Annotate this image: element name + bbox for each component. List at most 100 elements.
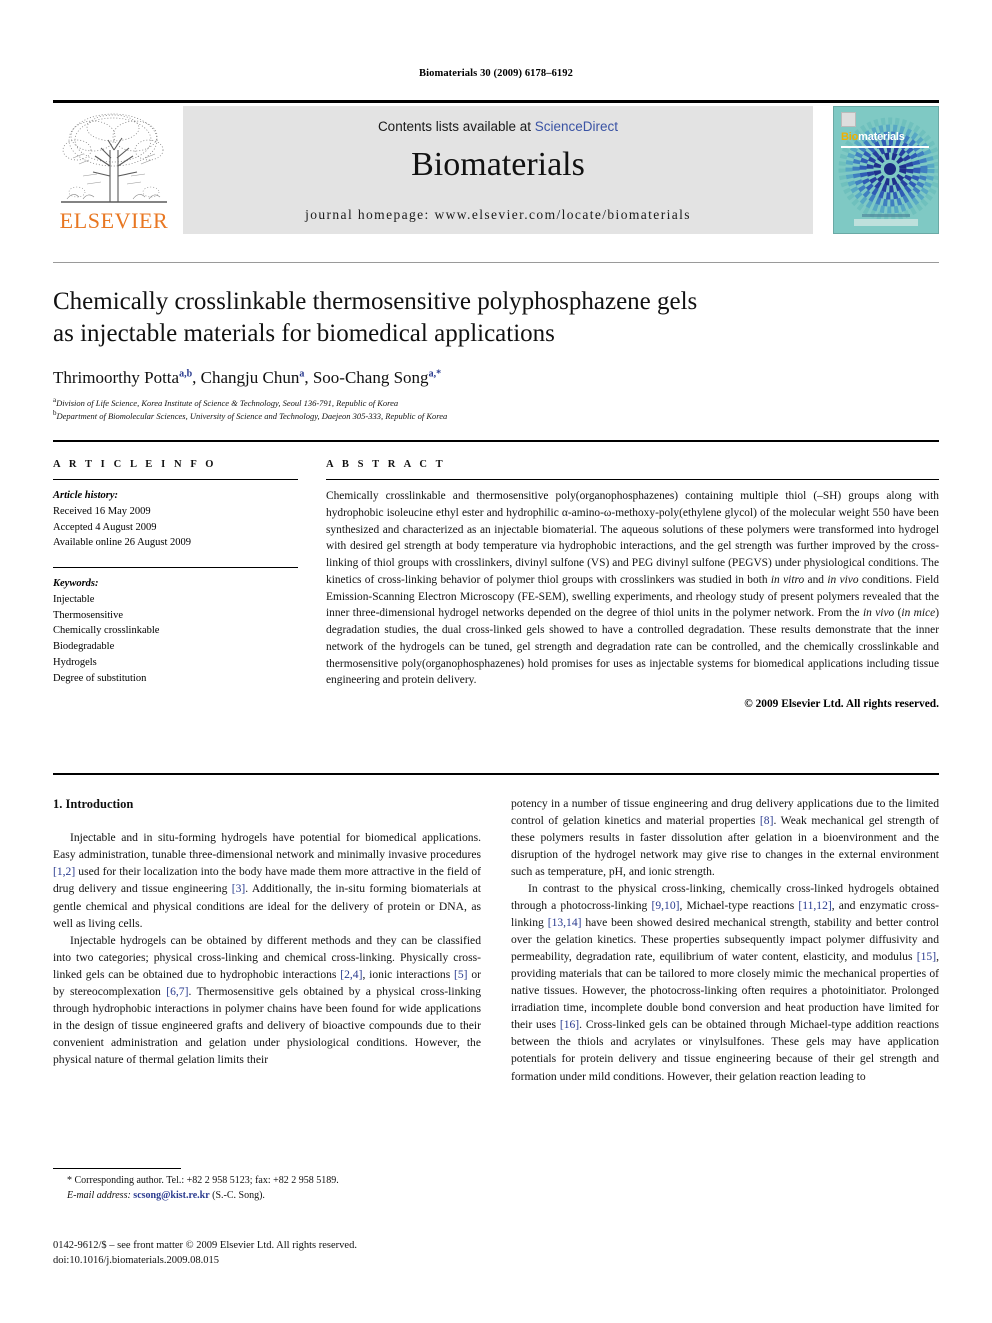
- contents-prefix: Contents lists available at: [377, 119, 535, 134]
- paragraph-part: , Michael-type reactions: [679, 899, 799, 913]
- title-separator-rule: [53, 262, 939, 263]
- journal-masthead: ELSEVIER Contents lists available at Sci…: [53, 106, 939, 234]
- paragraph-part: Injectable and in situ-forming hydrogels…: [53, 831, 481, 862]
- citation-ref[interactable]: [11,12]: [798, 899, 831, 912]
- footnote-line-2: E-mail address: scsong@kist.re.kr (S.-C.…: [53, 1189, 481, 1204]
- email-suffix: (S.-C. Song).: [209, 1189, 265, 1201]
- abstract-rule: [326, 479, 939, 480]
- article-info-heading: A R T I C L E I N F O: [53, 459, 217, 470]
- journal-article-page: Biomaterials 30 (2009) 6178–6192 ELSEVIE…: [0, 0, 992, 1323]
- abstract-part: and: [804, 573, 828, 586]
- abstract-italic: in vitro: [770, 573, 805, 586]
- running-head: Biomaterials 30 (2009) 6178–6192: [419, 68, 573, 79]
- keyword-item: Thermosensitive: [53, 609, 123, 621]
- affiliation-text: Division of Life Science, Korea Institut…: [56, 397, 399, 408]
- citation-ref[interactable]: [6,7]: [166, 985, 188, 998]
- history-item: Received 16 May 2009: [53, 505, 151, 517]
- cover-footer-bar: [862, 214, 910, 217]
- abstract-copyright: © 2009 Elsevier Ltd. All rights reserved…: [744, 698, 939, 711]
- cover-title-rest: materials: [858, 131, 905, 143]
- masthead-top-rule: [53, 100, 939, 103]
- article-title: Chemically crosslinkable thermosensitive…: [53, 286, 873, 350]
- sciencedirect-link[interactable]: ScienceDirect: [535, 119, 618, 134]
- corresponding-author-footnote: * Corresponding author. Tel.: +82 2 958 …: [53, 1174, 481, 1203]
- citation-ref[interactable]: [15]: [917, 950, 936, 963]
- author-affil-mark: a,*: [428, 368, 442, 380]
- paragraph: Injectable hydrogels can be obtained by …: [53, 932, 481, 1068]
- author-name[interactable]: Changju Chun: [201, 368, 300, 387]
- citation-ref[interactable]: [1,2]: [53, 865, 75, 878]
- keywords-rule: [53, 567, 298, 568]
- author-separator: ,: [304, 368, 313, 387]
- abstract-heading: A B S T R A C T: [326, 459, 446, 470]
- article-info-column: A R T I C L E I N F O Article history: R…: [53, 459, 298, 686]
- article-title-line-2: as injectable materials for biomedical a…: [53, 320, 555, 347]
- keyword-item: Biodegradable: [53, 641, 115, 652]
- author-name[interactable]: Soo-Chang Song: [313, 368, 429, 387]
- cover-footer-block: [854, 219, 918, 226]
- keyword-item: Chemically crosslinkable: [53, 625, 160, 637]
- abstract-italic: in vivo: [827, 573, 859, 586]
- abstract-italic: in mice: [901, 607, 936, 620]
- journal-title: Biomaterials: [411, 146, 585, 183]
- affiliation-a: aDivision of Life Science, Korea Institu…: [53, 396, 913, 409]
- keywords-label: Keywords:: [53, 578, 99, 589]
- affiliation-b: bDepartment of Biomolecular Sciences, Un…: [53, 409, 913, 422]
- abstract-part: Chemically crosslinkable and thermosensi…: [326, 490, 939, 586]
- elsevier-tree-icon: [61, 113, 167, 203]
- cover-journal-title: Biomaterials: [841, 131, 905, 143]
- cover-title-bio: Bio: [841, 131, 859, 143]
- citation-ref[interactable]: [8]: [760, 814, 774, 827]
- author-separator: ,: [192, 368, 201, 387]
- citation-ref[interactable]: [3]: [232, 882, 246, 895]
- journal-homepage-link[interactable]: journal homepage: www.elsevier.com/locat…: [183, 207, 813, 223]
- abstract-section-top-rule: [53, 440, 939, 442]
- article-title-line-1: Chemically crosslinkable thermosensitive…: [53, 288, 698, 315]
- cover-title-underline: [841, 146, 929, 148]
- citation-ref[interactable]: [13,14]: [548, 916, 582, 929]
- paragraph: In contrast to the physical cross-linkin…: [511, 880, 939, 1084]
- body-column-left: 1. Introduction Injectable and in situ-f…: [53, 795, 481, 1068]
- keyword-item: Degree of substitution: [53, 672, 147, 684]
- citation-ref[interactable]: [5]: [454, 968, 468, 981]
- body-column-right: potency in a number of tissue engineerin…: [511, 795, 939, 1085]
- paragraph: Injectable and in situ-forming hydrogels…: [53, 829, 481, 931]
- email-label: E-mail address:: [67, 1189, 131, 1201]
- footnote-corresponding-text: Corresponding author. Tel.: +82 2 958 51…: [72, 1175, 339, 1186]
- email-link[interactable]: scsong@kist.re.kr: [133, 1190, 209, 1201]
- footer-front-matter: 0142-9612/$ – see front matter © 2009 El…: [53, 1240, 357, 1251]
- footer-doi[interactable]: doi:10.1016/j.biomaterials.2009.08.015: [53, 1253, 553, 1268]
- keyword-item: Hydrogels: [53, 656, 97, 668]
- author-affil-mark: a,b: [179, 368, 193, 380]
- abstract-italic: in vivo: [862, 607, 895, 620]
- footnote-rule: [53, 1168, 181, 1169]
- keyword-item: Injectable: [53, 593, 95, 605]
- abstract-text: Chemically crosslinkable and thermosensi…: [326, 488, 939, 689]
- article-info-rule: [53, 479, 298, 480]
- section-heading-introduction: 1. Introduction: [53, 797, 134, 811]
- keywords-block: Keywords: Injectable Thermosensitive Che…: [53, 576, 298, 686]
- page-footer: 0142-9612/$ – see front matter © 2009 El…: [53, 1238, 553, 1268]
- citation-ref[interactable]: [9,10]: [651, 899, 679, 912]
- elsevier-wordmark: ELSEVIER: [59, 208, 169, 233]
- paragraph: potency in a number of tissue engineerin…: [511, 795, 939, 880]
- affiliation-text: Department of Biomolecular Sciences, Uni…: [56, 410, 448, 421]
- article-history-block: Article history: Received 16 May 2009 Ac…: [53, 488, 298, 551]
- history-item: Accepted 4 August 2009: [53, 521, 157, 533]
- history-item: Available online 26 August 2009: [53, 537, 192, 549]
- article-history-label: Article history:: [53, 490, 119, 501]
- paragraph-part: , ionic interactions: [362, 967, 455, 981]
- cover-elsevier-mark-icon: [841, 112, 856, 127]
- masthead-band: Contents lists available at ScienceDirec…: [183, 106, 813, 234]
- citation-ref[interactable]: [16]: [560, 1018, 579, 1031]
- abstract-column: A B S T R A C T Chemically crosslinkable…: [326, 459, 939, 710]
- author-name[interactable]: Thrimoorthy Potta: [53, 368, 179, 387]
- footnote-line-1: * Corresponding author. Tel.: +82 2 958 …: [53, 1174, 481, 1189]
- elsevier-logo: ELSEVIER: [53, 106, 175, 234]
- author-list: Thrimoorthy Pottaa,b, Changju Chuna, Soo…: [53, 368, 913, 388]
- journal-cover-thumbnail: Biomaterials: [833, 106, 939, 234]
- abstract-section-bottom-rule: [53, 773, 939, 775]
- citation-ref[interactable]: [2,4]: [340, 968, 362, 981]
- contents-available-line: Contents lists available at ScienceDirec…: [183, 119, 813, 134]
